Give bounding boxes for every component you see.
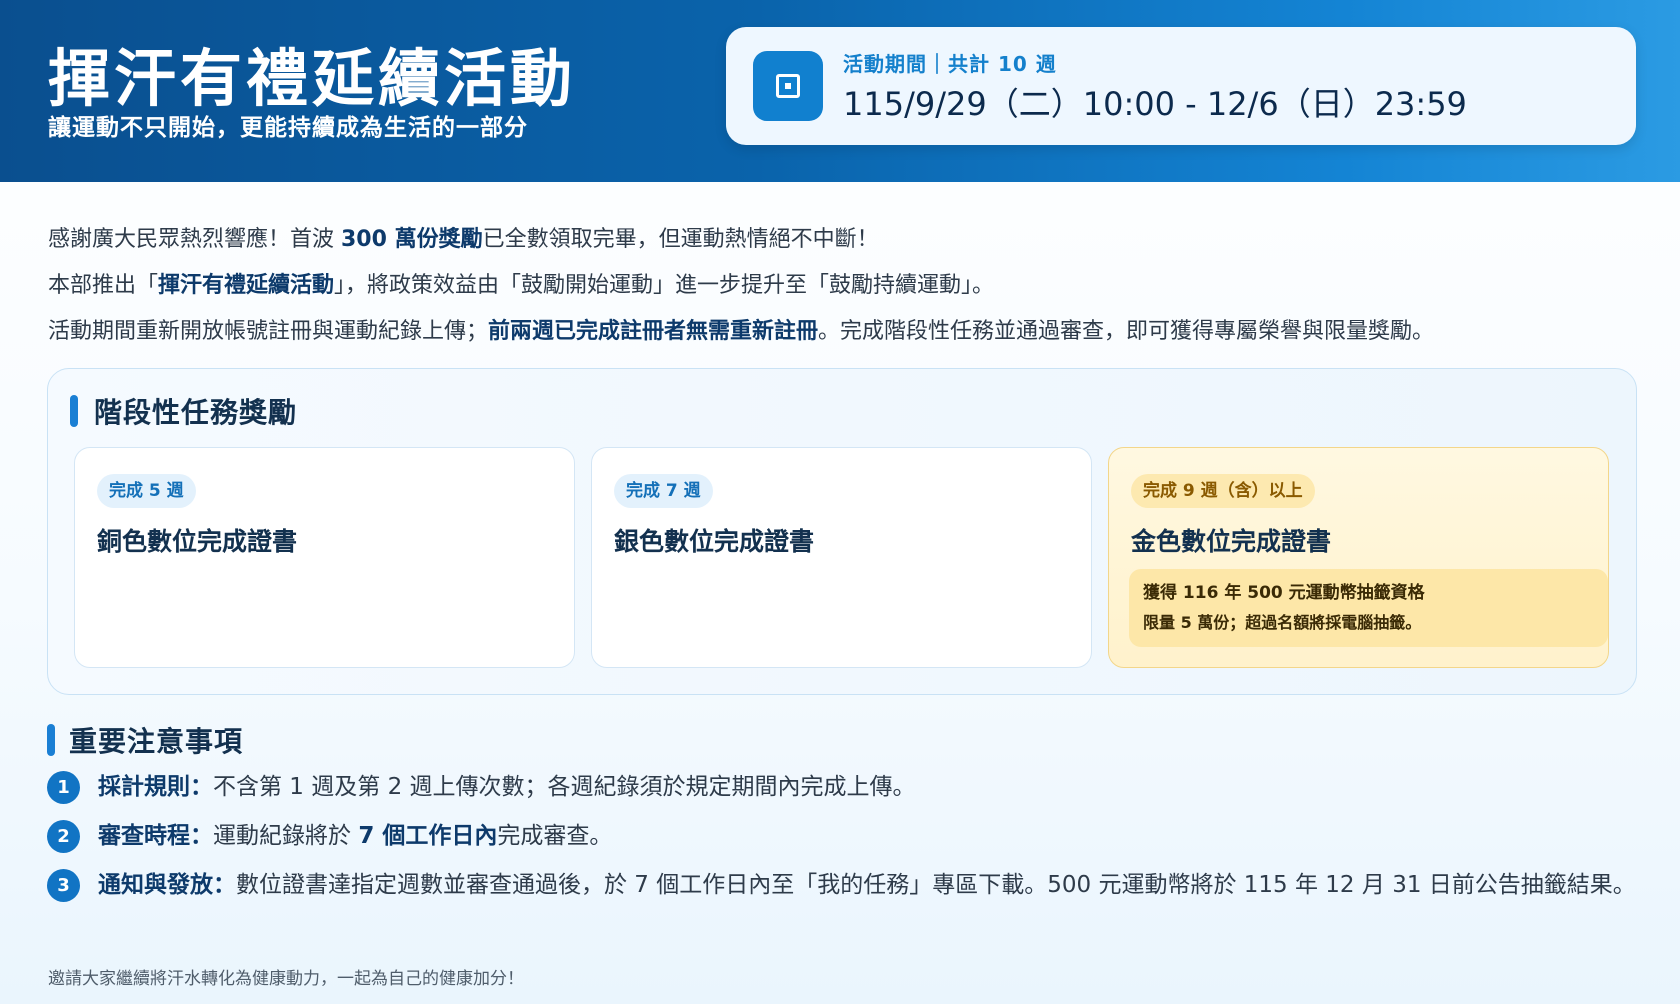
note-number: 1 [47,771,80,804]
note-text: 審查時程：運動紀錄將於 7 個工作日內完成審查。 [98,823,613,849]
page: 揮汗有禮延續活動 讓運動不只開始，更能持續成為生活的一部分 活動期間｜共計 10… [0,0,1680,1004]
gold-reward-note: 獲得 116 年 500 元運動幣抽籤資格 限量 5 萬份；超過名額將採電腦抽籤… [1129,569,1608,647]
note-number: 3 [47,869,80,902]
tier-badge: 完成 9 週（含）以上 [1131,474,1315,508]
tier-badge: 完成 7 週 [614,474,713,508]
section-accent-bar [47,724,55,756]
tier-card-gold: 完成 9 週（含）以上 金色數位完成證書 獲得 116 年 500 元運動幣抽籤… [1108,447,1609,668]
note-text: 通知與發放：數位證書達指定週數並審查通過後，於 7 個工作日內至「我的任務」專區… [98,872,1636,898]
period-label: 活動期間｜共計 10 週 [843,52,1057,76]
tier-name: 銅色數位完成證書 [97,527,298,556]
tier-card-bronze: 完成 5 週 銅色數位完成證書 [74,447,575,668]
intro-line-2: 本部推出「揮汗有禮延續活動」，將政策效益由「鼓勵開始運動」進一步提升至「鼓勵持續… [48,273,995,298]
footer-note: 邀請大家繼續將汗水轉化為健康動力，一起為自己的健康加分！ [48,969,524,989]
note-text: 採計規則：不含第 1 週及第 2 週上傳次數；各週紀錄須於規定期間內完成上傳。 [98,774,916,800]
tier-badge: 完成 5 週 [97,474,196,508]
page-subtitle: 讓運動不只開始，更能持續成為生活的一部分 [48,115,528,141]
period-value: 115/9/29（二）10:00 - 12/6（日）23:59 [843,85,1467,123]
intro-line-3: 活動期間重新開放帳號註冊與運動紀錄上傳；前兩週已完成註冊者無需重新註冊。完成階段… [48,319,1435,344]
notes-section-title: 重要注意事項 [69,725,244,758]
note-number: 2 [47,820,80,853]
gold-note-line-1: 獲得 116 年 500 元運動幣抽籤資格 [1143,583,1425,603]
tier-card-silver: 完成 7 週 銀色數位完成證書 [591,447,1092,668]
intro-line-1: 感謝廣大民眾熱烈響應！首波 300 萬份獎勵已全數領取完畢，但運動熱情絕不中斷！ [48,227,879,252]
intro-text: 感謝廣大民眾熱烈響應！首波 300 萬份獎勵已全數領取完畢，但運動熱情絕不中斷！… [48,217,1648,355]
tier-name: 金色數位完成證書 [1131,527,1332,556]
activity-period-card: 活動期間｜共計 10 週 115/9/29（二）10:00 - 12/6（日）2… [726,27,1636,145]
hero-banner: 揮汗有禮延續活動 讓運動不只開始，更能持續成為生活的一部分 活動期間｜共計 10… [0,0,1680,182]
tier-rewards-section: 階段性任務獎勵 完成 5 週 銅色數位完成證書 完成 7 週 銀色數位完成證書 … [47,368,1637,695]
calendar-icon [753,51,823,121]
tier-section-title: 階段性任務獎勵 [94,396,298,429]
page-title: 揮汗有禮延續活動 [48,42,577,115]
gold-note-line-2: 限量 5 萬份；超過名額將採電腦抽籤。 [1143,613,1422,632]
tier-name: 銀色數位完成證書 [614,527,815,556]
section-accent-bar [70,395,78,427]
